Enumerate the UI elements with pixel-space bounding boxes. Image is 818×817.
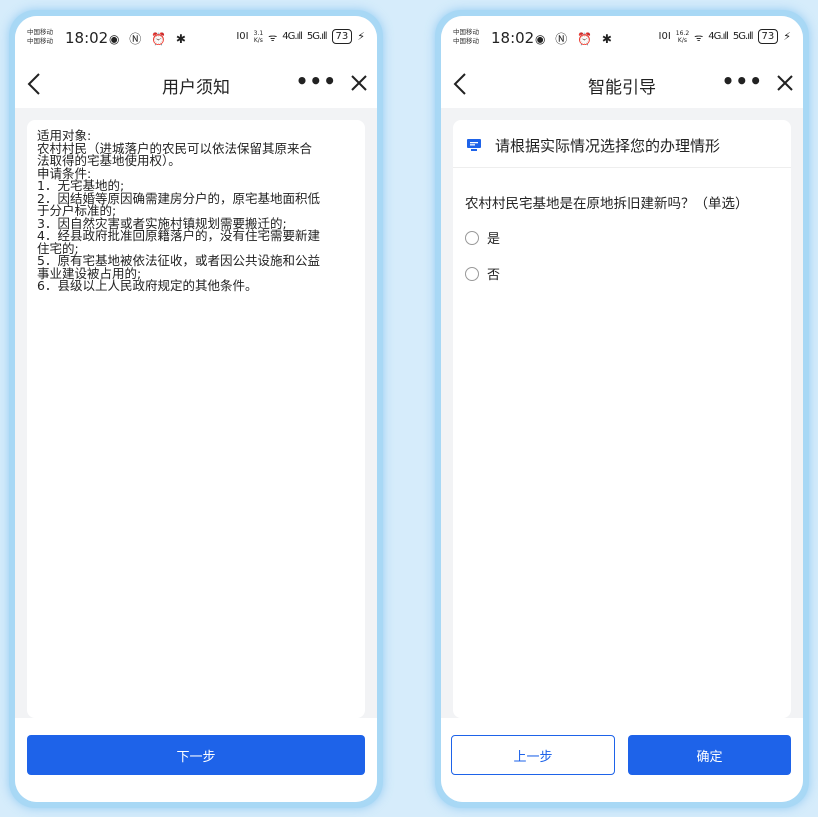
option-label: 否: [487, 268, 501, 283]
notice-card: 适用对象: 农村村民（进城落户的农民可以依法保留其原来合 法取得的宅基地使用权）…: [27, 120, 365, 718]
network-speed-unit: K/s: [677, 36, 687, 44]
wifi-icon: ᯤ: [694, 32, 704, 44]
signal-icon-1: 4G.ıll: [282, 31, 303, 42]
more-menu-icon[interactable]: •••: [296, 69, 337, 93]
vibrate-icon: I0I: [658, 31, 671, 42]
guide-header: 请根据实际情况选择您的办理情形: [453, 120, 791, 168]
charging-icon: ⚡: [357, 30, 365, 43]
bottom-action-bar: 上一步 确定: [441, 718, 803, 802]
network-speed: 16.2 K/s: [676, 30, 689, 44]
status-right-icons: I0I 3.1 K/s ᯤ 4G.ıll 5G.ıll 73 ⚡: [236, 29, 365, 44]
close-icon[interactable]: [349, 73, 369, 93]
nav-bar: 用户须知 •••: [15, 60, 377, 108]
charging-icon: ⚡: [783, 30, 791, 43]
next-step-button[interactable]: 下一步: [27, 735, 365, 775]
bottom-action-bar: 下一步: [15, 718, 377, 802]
close-icon[interactable]: [775, 73, 795, 93]
carrier-labels: 中国移动 中国移动: [27, 28, 53, 45]
vibrate-icon: I0I: [236, 31, 249, 42]
carrier-2: 中国移动: [453, 36, 479, 45]
signal-icon-1: 4G.ıll: [708, 31, 729, 42]
carrier-2: 中国移动: [27, 36, 53, 45]
clock: 18:02: [491, 29, 535, 47]
network-speed-value: 16.2: [675, 29, 690, 37]
guide-prompt: 请根据实际情况选择您的办理情形: [495, 137, 721, 155]
battery-level: 73: [331, 29, 353, 44]
notice-line: 4．经县政府批准回原籍落户的，没有住宅需要新建: [37, 228, 320, 243]
signal-icon-2: 5G.ıll: [732, 31, 754, 42]
phone-left: 中国移动 中国移动 18:02 ◉ Ⓝ ⏰ ✱ I0I 3.1 K/s ᯤ 4G…: [9, 10, 383, 808]
option-yes[interactable]: 是: [465, 228, 500, 247]
notice-line: 6．县级以上人民政府规定的其他条件。: [37, 278, 258, 293]
carrier-1: 中国移动: [453, 28, 479, 36]
guide-card: 请根据实际情况选择您的办理情形 农村村民宅基地是在原地拆旧建新吗？（单选） 是 …: [453, 120, 791, 718]
notification-icons: ◉ Ⓝ ⏰ ✱: [109, 32, 189, 46]
more-menu-icon[interactable]: •••: [722, 69, 763, 93]
monitor-icon: [467, 139, 481, 151]
status-bar: 中国移动 中国移动 18:02 ◉ Ⓝ ⏰ ✱ I0I 16.2 K/s ᯤ 4…: [441, 16, 803, 60]
network-speed: 3.1 K/s: [254, 30, 264, 44]
carrier-labels: 中国移动 中国移动: [453, 28, 479, 45]
radio-unchecked-icon[interactable]: [465, 266, 479, 281]
wifi-icon: ᯤ: [268, 32, 278, 44]
notification-icons: ◉ Ⓝ ⏰ ✱: [535, 32, 615, 46]
carrier-1: 中国移动: [27, 28, 53, 36]
screen-user-notice: 中国移动 中国移动 18:02 ◉ Ⓝ ⏰ ✱ I0I 3.1 K/s ᯤ 4G…: [15, 16, 377, 802]
signal-icon-2: 5G.ıll: [306, 31, 328, 42]
screen-smart-guide: 中国移动 中国移动 18:02 ◉ Ⓝ ⏰ ✱ I0I 16.2 K/s ᯤ 4…: [441, 16, 803, 802]
nav-bar: 智能引导 •••: [441, 60, 803, 108]
previous-step-button[interactable]: 上一步: [451, 735, 615, 775]
confirm-button[interactable]: 确定: [628, 735, 791, 775]
option-label: 是: [487, 232, 501, 247]
status-bar: 中国移动 中国移动 18:02 ◉ Ⓝ ⏰ ✱ I0I 3.1 K/s ᯤ 4G…: [15, 16, 377, 60]
network-speed-unit: K/s: [253, 36, 263, 44]
option-no[interactable]: 否: [465, 264, 500, 283]
radio-unchecked-icon[interactable]: [465, 230, 479, 245]
network-speed-value: 3.1: [253, 29, 264, 37]
battery-level: 73: [757, 29, 779, 44]
clock: 18:02: [65, 29, 109, 47]
phone-right: 中国移动 中国移动 18:02 ◉ Ⓝ ⏰ ✱ I0I 16.2 K/s ᯤ 4…: [435, 10, 809, 808]
status-right-icons: I0I 16.2 K/s ᯤ 4G.ıll 5G.ıll 73 ⚡: [659, 29, 791, 44]
question-text: 农村村民宅基地是在原地拆旧建新吗？（单选）: [465, 196, 749, 212]
